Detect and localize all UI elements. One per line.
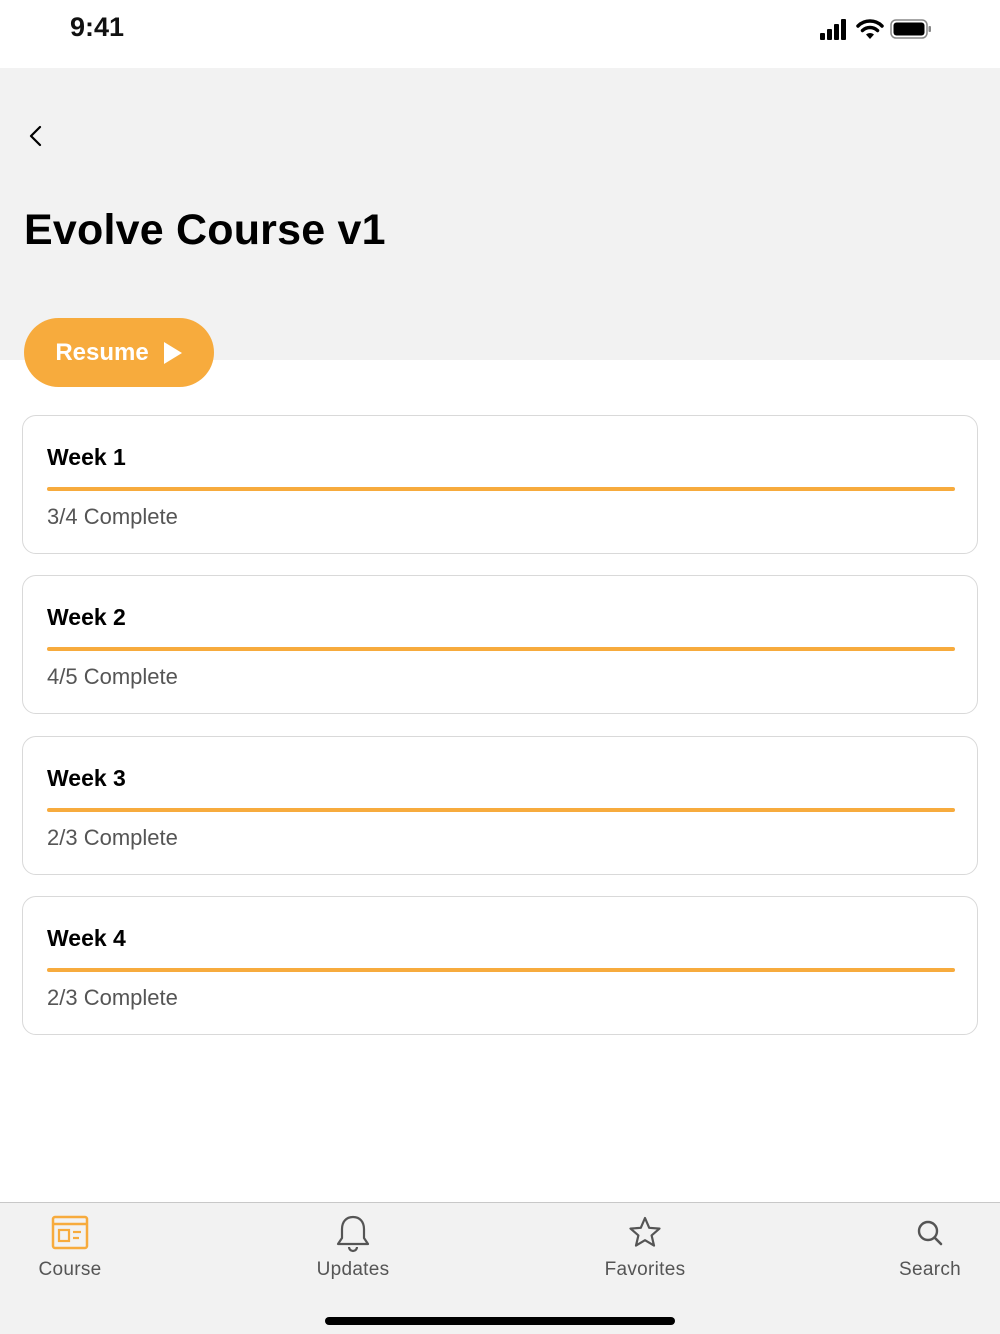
star-icon [629,1216,661,1247]
home-indicator [325,1317,675,1325]
status-bar: 9:41 [0,0,1000,68]
week-status: 2/3 Complete [47,825,178,850]
tab-search-label: Search [898,1259,961,1280]
week-card[interactable]: Week 4 2/3 Complete [22,896,978,1035]
tab-favorites-label: Favorites [604,1259,686,1280]
course-icon [51,1215,89,1250]
tab-search[interactable]: Search [860,1213,1000,1293]
resume-label: Resume [55,338,149,366]
course-header: Evolve Course v1 [0,68,1000,360]
week-progress-fill [47,968,955,972]
status-time: 9:41 [70,12,125,42]
page-title: Evolve Course v1 [24,206,386,254]
battery-icon [890,19,931,39]
search-icon [917,1220,943,1246]
week-progress-fill [47,808,955,812]
chevron-left-icon [29,125,42,147]
play-icon [163,341,182,364]
week-title: Week 2 [47,604,126,630]
week-title: Week 1 [47,444,126,470]
week-progress-bar [47,968,955,972]
week-progress-bar [47,647,955,651]
week-progress-bar [47,487,955,491]
week-card[interactable]: Week 2 4/5 Complete [22,575,978,714]
tab-updates-label: Updates [316,1259,390,1280]
bell-icon [336,1215,370,1253]
resume-button[interactable]: Resume [24,318,214,387]
signal-icon [820,19,846,40]
week-progress-fill [47,647,955,651]
wifi-icon [856,19,884,39]
week-status: 2/3 Complete [47,985,178,1010]
week-title: Week 3 [47,765,126,791]
week-card[interactable]: Week 1 3/4 Complete [22,415,978,554]
week-card[interactable]: Week 3 2/3 Complete [22,736,978,875]
tab-updates[interactable]: Updates [283,1213,423,1293]
week-status: 4/5 Complete [47,664,178,689]
week-progress-bar [47,808,955,812]
tab-favorites[interactable]: Favorites [575,1213,715,1293]
week-progress-fill [47,487,955,491]
tab-course[interactable]: Course [0,1213,140,1293]
week-status: 3/4 Complete [47,504,178,529]
back-button[interactable] [20,116,56,156]
week-title: Week 4 [47,925,126,951]
tab-bar: Course Updates Favorites Search [0,1202,1000,1334]
tab-course-label: Course [38,1259,102,1280]
